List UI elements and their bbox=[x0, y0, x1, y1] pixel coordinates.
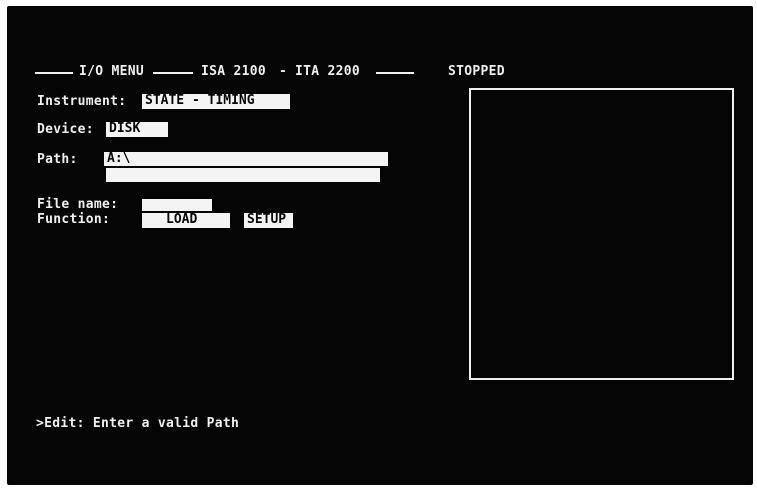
setup-button[interactable]: SETUP bbox=[244, 213, 293, 228]
file-name-input[interactable] bbox=[142, 199, 212, 211]
header-rule-left bbox=[35, 72, 73, 74]
header-rule-right bbox=[376, 72, 414, 74]
terminal-screen: I/O MENU ISA 2100 - ITA 2200 STOPPED Ins… bbox=[7, 6, 753, 485]
ita-model-label: ITA 2200 bbox=[295, 64, 361, 79]
preview-panel bbox=[469, 88, 734, 380]
screenshot-frame: I/O MENU ISA 2100 - ITA 2200 STOPPED Ins… bbox=[0, 0, 757, 490]
load-button[interactable]: LOAD bbox=[142, 213, 230, 228]
function-label: Function: bbox=[37, 212, 111, 227]
menu-title: I/O MENU bbox=[79, 64, 145, 79]
status-prompt: >Edit: Enter a valid Path bbox=[36, 416, 240, 431]
path-label: Path: bbox=[37, 152, 78, 167]
path-input-continuation[interactable] bbox=[106, 168, 380, 182]
model-separator: - bbox=[279, 64, 288, 79]
header-rule-middle bbox=[153, 72, 193, 74]
path-input[interactable]: A:\ bbox=[104, 152, 388, 166]
instrument-label: Instrument: bbox=[37, 94, 127, 109]
run-status: STOPPED bbox=[448, 64, 505, 79]
file-name-label: File name: bbox=[37, 197, 119, 212]
device-label: Device: bbox=[37, 122, 94, 137]
device-selector[interactable]: DISK bbox=[106, 122, 168, 137]
isa-model-label: ISA 2100 bbox=[201, 64, 267, 79]
instrument-selector[interactable]: STATE - TIMING bbox=[142, 94, 290, 109]
